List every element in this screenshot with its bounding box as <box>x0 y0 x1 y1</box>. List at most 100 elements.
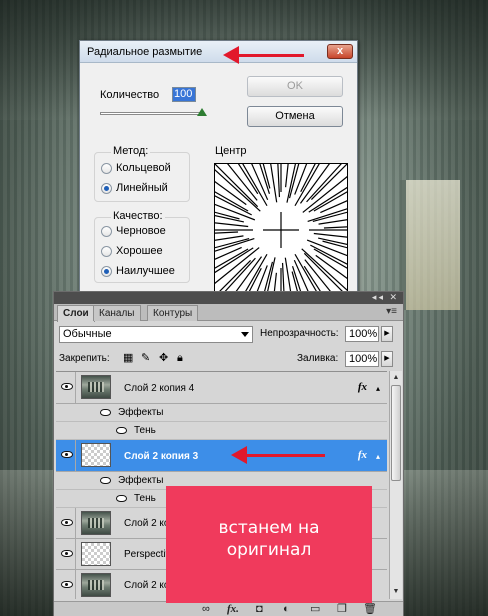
opacity-dropdown-icon[interactable]: ▶ <box>381 326 393 342</box>
method-option-linear[interactable]: Линейный <box>101 182 186 196</box>
amount-slider-track[interactable] <box>100 112 204 115</box>
fx-icon[interactable]: fx <box>358 381 367 393</box>
eye-icon <box>61 383 73 390</box>
eye-icon[interactable] <box>116 495 127 502</box>
layer-name: Слой 2 копия 3 <box>124 451 199 462</box>
scroll-up-icon[interactable]: ▲ <box>391 372 401 383</box>
trash-icon[interactable]: 🗑︎ <box>363 603 377 615</box>
ray-line <box>196 185 252 216</box>
panel-tabs: Слои Каналы Контуры ▾≡ <box>54 304 403 322</box>
ray-line <box>323 224 376 229</box>
center-label: Центр <box>215 145 247 157</box>
amount-input[interactable]: 100 <box>172 87 196 102</box>
tab-layers[interactable]: Слои <box>57 305 95 322</box>
add-mask-icon[interactable]: ◘ <box>256 603 263 615</box>
fill-dropdown-icon[interactable]: ▶ <box>381 351 393 367</box>
ray-line <box>186 231 239 236</box>
panel-menu-icon[interactable]: ▾≡ <box>386 306 397 317</box>
ray-line <box>203 173 247 206</box>
eye-icon <box>61 519 73 526</box>
method-option-circular[interactable]: Кольцевой <box>101 162 186 176</box>
ray-line <box>315 254 359 287</box>
close-button[interactable]: x <box>327 44 353 59</box>
panel-topbar[interactable]: ◂◂ ✕ <box>54 292 403 304</box>
eye-icon <box>61 550 73 557</box>
shadow-effect-row[interactable]: Тень <box>56 422 387 440</box>
blur-center-preview[interactable] <box>186 135 376 325</box>
opacity-label: Непрозрачность: <box>260 328 339 339</box>
eye-icon <box>61 581 73 588</box>
fx-icon[interactable]: fx <box>358 449 367 461</box>
lock-transparent-icon[interactable]: ▦ <box>123 353 134 364</box>
adjustment-layer-icon[interactable]: ◐ <box>283 603 290 615</box>
amount-label: Количество <box>100 89 160 101</box>
visibility-toggle[interactable] <box>58 570 76 599</box>
layer-row-selected[interactable]: Слой 2 копия 3 fx ▴ <box>56 440 387 472</box>
annotation-arrow-line <box>246 454 325 457</box>
tab-paths[interactable]: Контуры <box>147 305 199 321</box>
dialog-title: Радиальное размытие <box>87 46 203 58</box>
radio-linear[interactable] <box>101 183 112 194</box>
annotation-arrow-line <box>238 54 304 57</box>
layer-thumbnail <box>81 573 111 597</box>
lock-move-icon[interactable]: ✥ <box>159 353 170 364</box>
fill-label: Заливка: <box>297 353 339 364</box>
annotation-callout: встанем на оригинал <box>166 486 372 603</box>
panel-bottom-toolbar: ∞ fx. ◘ ◐ ▭ ❐ 🗑︎ <box>54 601 403 616</box>
chevron-down-icon <box>241 332 249 337</box>
dialog-titlebar[interactable]: Радиальное размытие x <box>80 41 357 63</box>
scroll-down-icon[interactable]: ▼ <box>391 586 401 597</box>
collapse-icon[interactable]: ◂◂ ✕ <box>372 292 399 303</box>
add-style-icon[interactable]: fx. <box>227 603 239 615</box>
quality-option-good[interactable]: Хорошее <box>101 245 186 259</box>
radio-label: Хорошее <box>116 245 163 257</box>
method-title: Метод: <box>111 145 151 157</box>
ray-line <box>213 162 259 208</box>
expand-effects-icon[interactable]: ▴ <box>376 452 380 461</box>
eye-icon[interactable] <box>116 427 127 434</box>
visibility-toggle[interactable] <box>58 539 76 569</box>
radio-label: Линейный <box>116 182 168 194</box>
radio-circular[interactable] <box>101 163 112 174</box>
radio-label: Черновое <box>116 225 166 237</box>
opacity-input[interactable]: 100% <box>345 326 379 342</box>
ray-line <box>313 232 376 241</box>
lock-label: Закрепить: <box>59 353 110 364</box>
radio-best[interactable] <box>101 266 112 277</box>
blend-mode-value: Обычные <box>63 328 112 340</box>
lock-all-icon[interactable]: 🔒︎ <box>177 353 188 364</box>
fill-input[interactable]: 100% <box>345 351 379 367</box>
link-layers-icon[interactable]: ∞ <box>202 603 210 615</box>
new-layer-icon[interactable]: ❐ <box>337 603 347 615</box>
ok-button[interactable]: OK <box>247 76 343 97</box>
radio-good[interactable] <box>101 246 112 257</box>
effects-label: Эффекты <box>118 475 164 486</box>
lock-brush-icon[interactable]: ✎ <box>141 353 152 364</box>
ray-line <box>303 252 349 298</box>
ray-line <box>275 135 281 198</box>
tab-channels[interactable]: Каналы <box>93 305 141 321</box>
radio-label: Кольцевой <box>116 162 171 174</box>
eye-icon[interactable] <box>100 409 111 416</box>
ray-line <box>255 138 271 189</box>
eye-icon <box>61 451 73 458</box>
visibility-toggle[interactable] <box>58 508 76 538</box>
amount-slider-thumb[interactable] <box>197 108 207 116</box>
scrollbar-thumb[interactable] <box>391 385 401 481</box>
blend-mode-select[interactable]: Обычные <box>59 326 253 343</box>
layer-row[interactable]: Слой 2 копия 4 fx ▴ <box>56 372 387 404</box>
cancel-button[interactable]: Отмена <box>247 106 343 127</box>
ray-line <box>220 155 258 201</box>
quality-option-best[interactable]: Наилучшее <box>101 265 186 279</box>
ray-line <box>285 135 292 188</box>
visibility-toggle[interactable] <box>58 372 76 403</box>
new-group-icon[interactable]: ▭ <box>310 603 320 615</box>
quality-option-draft[interactable]: Черновое <box>101 225 186 239</box>
eye-icon[interactable] <box>100 477 111 484</box>
effects-row[interactable]: Эффекты <box>56 404 387 422</box>
background-doorway <box>400 180 460 310</box>
layers-scrollbar[interactable]: ▲ ▼ <box>389 371 402 599</box>
radio-draft[interactable] <box>101 226 112 237</box>
expand-effects-icon[interactable]: ▴ <box>376 384 380 393</box>
visibility-toggle[interactable] <box>58 440 76 471</box>
